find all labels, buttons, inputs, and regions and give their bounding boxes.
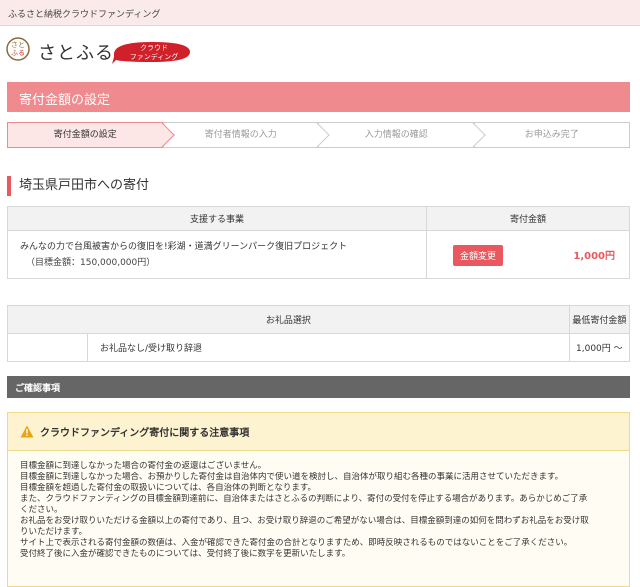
notice-line: 目標金額に到達しなかった場合、お預かりした寄付金は自治体内で使い道を検討し、自治… [20, 472, 564, 482]
amount-cell: 金額変更 1,000円 [426, 230, 630, 279]
table-row: みんなの力で台風被害からの復旧を!彩湖・道満グリーンパーク復旧プロジェクト （目… [7, 230, 630, 279]
notice-body: 目標金額に到達しなかった場合の寄付金の返還はございません。 目標金額に到達しなか… [8, 451, 629, 570]
notice-line: サイト上で表示される寄付金額の数値は、入金が確認できた寄付金の合計となりますため… [20, 538, 573, 548]
notice-line: 受付終了後に入金が確認できたものについては、受付終了後に数字を更新いたします。 [20, 549, 351, 559]
svg-text:さと: さと [11, 41, 25, 49]
project-table: 支援する事業 寄付金額 みんなの力で台風被害からの復旧を!彩湖・道満グリーンパー… [7, 206, 630, 279]
col-header-project: 支援する事業 [7, 206, 427, 231]
project-name: みんなの力で台風被害からの復旧を!彩湖・道満グリーンパーク復旧プロジェクト [20, 241, 348, 252]
brand-name[interactable]: さとふる [38, 39, 114, 65]
change-amount-button[interactable]: 金額変更 [453, 245, 504, 266]
header-logo-row: さと ふる さとふる クラウド ファンディング [0, 26, 640, 84]
notice-line: お礼品をお受け取りいただける金額以上の寄付であり、且つ、お受け取り辞退のご希望が… [20, 516, 589, 526]
step-donor-info: 寄付者情報の入力 [162, 122, 330, 148]
project-goal: （目標金額：150,000,000円） [26, 257, 156, 268]
step-label: お申込み完了 [524, 130, 579, 140]
top-bar-text: ふるさと納税クラウドファンディング [8, 10, 161, 20]
donation-amount: 1,000円 [573, 251, 615, 262]
notice-box: クラウドファンディング寄付に関する注意事項 目標金額に到達しなかった場合の寄付金… [7, 412, 630, 587]
gift-table: お礼品選択 最低寄付金額 お礼品なし/受け取り辞退 1,000円 〜 [7, 305, 631, 362]
notice-line: りいただけます。 [20, 527, 88, 537]
notice-header: クラウドファンディング寄付に関する注意事項 [8, 413, 629, 451]
table-row[interactable]: お礼品なし/受け取り辞退 1,000円 〜 [7, 333, 631, 362]
city-title: 埼玉県戸田市への寄付 [7, 176, 149, 196]
badge-line-1: クラウド [140, 44, 168, 52]
progress-steps: 寄付金額の設定 寄付者情報の入力 入力情報の確認 お申込み完了 [7, 122, 630, 148]
col-header-gift: お礼品選択 [7, 305, 570, 334]
notice-line: 目標金額を超過した寄付金の取扱いについては、各自治体の判断となります。 [20, 483, 316, 493]
satofuru-logo-icon[interactable]: さと ふる [6, 37, 30, 61]
warning-icon [20, 425, 34, 438]
gift-name[interactable]: お礼品なし/受け取り辞退 [87, 333, 570, 362]
page-title: 寄付金額の設定 [7, 82, 630, 112]
notice-line: また、クラウドファンディングの目標金額到達前に、自治体またはさとふるの判断により… [20, 494, 588, 504]
col-header-amount: 寄付金額 [426, 206, 630, 231]
notice-line: 目標金額に到達しなかった場合の寄付金の返還はございません。 [20, 461, 267, 471]
svg-text:ふる: ふる [11, 49, 25, 57]
confirm-section-header: ご確認事項 [7, 376, 630, 398]
col-header-min-amount: 最低寄付金額 [568, 305, 631, 334]
gift-select-cell[interactable] [7, 333, 88, 362]
step-label: 寄付者情報の入力 [204, 130, 277, 140]
notice-line: ください。 [20, 505, 63, 515]
step-complete: お申込み完了 [473, 122, 630, 148]
top-bar: ふるさと納税クラウドファンディング [0, 0, 640, 26]
step-amount: 寄付金額の設定 [7, 122, 175, 148]
step-label: 入力情報の確認 [364, 130, 428, 140]
step-label: 寄付金額の設定 [53, 130, 117, 140]
crowdfunding-badge: クラウド ファンディング [112, 42, 190, 64]
gift-min-amount: 1,000円 〜 [568, 333, 631, 362]
badge-line-2: ファンディング [130, 52, 179, 61]
notice-title: クラウドファンディング寄付に関する注意事項 [40, 428, 250, 439]
project-cell: みんなの力で台風被害からの復旧を!彩湖・道満グリーンパーク復旧プロジェクト （目… [7, 230, 427, 279]
step-confirm: 入力情報の確認 [318, 122, 486, 148]
